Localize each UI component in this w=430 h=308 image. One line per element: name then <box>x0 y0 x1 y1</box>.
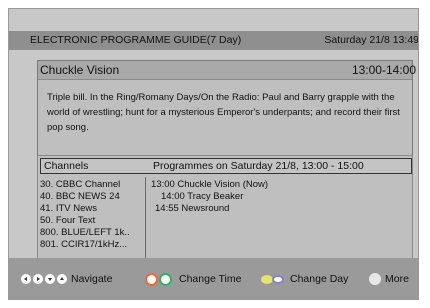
programme-item[interactable]: 14:00 Tracy Beaker <box>161 191 243 202</box>
programme-list: 13:00 Chuckle Vision (Now) 14:00 Tracy B… <box>151 178 406 268</box>
channels-header: Channels <box>44 160 89 172</box>
channel-item[interactable]: 50. Four Text <box>40 215 95 226</box>
programme-description: Triple bill. In the Ring/Romany Days/On … <box>47 92 400 133</box>
navigate-hint[interactable]: Navigate <box>21 272 112 286</box>
current-datetime: Saturday 21/8 13:49 <box>324 34 419 46</box>
epg-screen: ELECTRONIC PROGRAMME GUIDE(7 Day) Saturd… <box>8 8 419 300</box>
programme-info-panel: Chuckle Vision 13:00-14:00 Triple bill. … <box>37 60 416 156</box>
navigate-label: Navigate <box>71 273 113 285</box>
channel-item[interactable]: 30. CBBC Channel <box>40 179 120 190</box>
programme-item[interactable]: 14:55 Newsround <box>155 203 229 214</box>
change-time-hint[interactable]: Change Time <box>145 272 241 286</box>
programme-item[interactable]: 13:00 Chuckle Vision (Now) <box>151 179 268 190</box>
channel-item[interactable]: 40. BBC NEWS 24 <box>40 191 120 202</box>
arrow-up-icon <box>57 274 67 284</box>
change-day-label: Change Day <box>290 273 349 285</box>
channel-item[interactable]: 800. BLUE/LEFT 1k.. <box>40 227 130 238</box>
arrow-left-icon <box>21 274 31 284</box>
programme-time: 13:00-14:00 <box>351 63 416 77</box>
more-label: More <box>385 273 409 285</box>
green-button-icon <box>159 272 172 286</box>
channel-item[interactable]: 41. ITV News <box>40 203 97 214</box>
blue-button-icon <box>272 274 284 284</box>
channel-item[interactable]: 801. CCIR17/1kHz... <box>40 239 127 250</box>
channel-list: 30. CBBC Channel 40. BBC NEWS 24 41. ITV… <box>38 177 146 268</box>
red-button-icon <box>145 272 158 286</box>
white-button-icon <box>369 273 381 285</box>
button-legend: Navigate Change Time Change Day More <box>9 258 418 299</box>
programmes-header: Programmes on Saturday 21/8, 13:00 - 15:… <box>153 160 364 172</box>
arrow-down-icon <box>45 274 55 284</box>
arrow-right-icon <box>33 274 43 284</box>
programme-title: Chuckle Vision <box>40 63 120 77</box>
epg-header: ELECTRONIC PROGRAMME GUIDE(7 Day) Saturd… <box>9 31 418 50</box>
programme-info-header: Chuckle Vision 13:00-14:00 <box>38 61 416 80</box>
grid-header: Channels Programmes on Saturday 21/8, 13… <box>40 158 412 174</box>
change-time-label: Change Time <box>179 273 242 285</box>
epg-title: ELECTRONIC PROGRAMME GUIDE(7 Day) <box>30 34 242 46</box>
more-hint[interactable]: More <box>369 272 409 286</box>
top-band <box>9 9 418 30</box>
change-day-hint[interactable]: Change Day <box>261 272 348 286</box>
